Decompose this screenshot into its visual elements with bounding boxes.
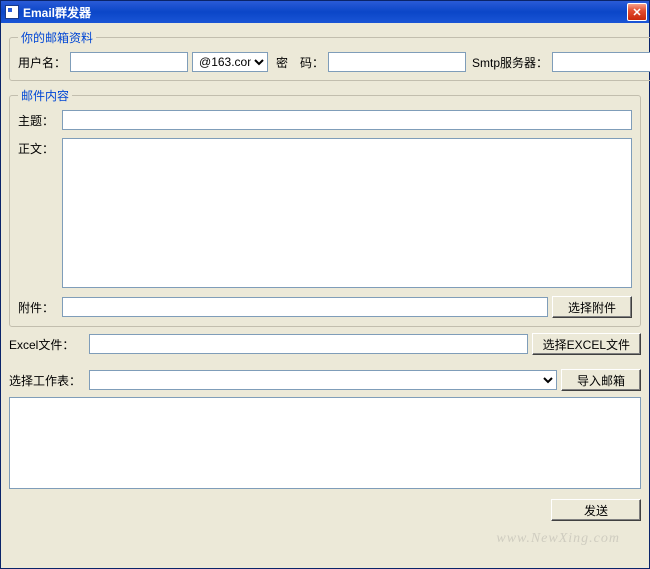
smtp-label: Smtp服务器： bbox=[472, 54, 548, 71]
sheet-select[interactable] bbox=[89, 370, 557, 390]
excel-file-row: Excel文件： 选择EXCEL文件 bbox=[9, 333, 641, 355]
import-mail-button[interactable]: 导入邮箱 bbox=[561, 369, 641, 391]
email-listbox[interactable] bbox=[9, 397, 641, 489]
account-legend: 你的邮箱资料 bbox=[18, 29, 96, 46]
body-row: 正文： bbox=[18, 138, 632, 288]
choose-excel-button[interactable]: 选择EXCEL文件 bbox=[532, 333, 641, 355]
close-button[interactable]: ✕ bbox=[627, 3, 647, 21]
domain-select[interactable]: @163.com bbox=[192, 52, 268, 72]
excel-file-input[interactable] bbox=[89, 334, 528, 354]
client-area: 你的邮箱资料 用户名： @163.com 密 码： Smtp服务器： 邮件内容 … bbox=[1, 23, 649, 568]
password-input[interactable] bbox=[328, 52, 466, 72]
password-label: 密 码： bbox=[276, 54, 324, 71]
bottom-bar: 发送 bbox=[9, 495, 641, 521]
username-input[interactable] bbox=[70, 52, 188, 72]
choose-attachment-button[interactable]: 选择附件 bbox=[552, 296, 632, 318]
app-icon bbox=[5, 5, 19, 19]
body-textarea[interactable] bbox=[62, 138, 632, 288]
subject-label: 主题： bbox=[18, 112, 58, 129]
titlebar: Email群发器 ✕ bbox=[1, 1, 649, 23]
attachment-label: 附件： bbox=[18, 299, 58, 316]
subject-row: 主题： bbox=[18, 110, 632, 130]
mail-group: 邮件内容 主题： 正文： 附件： 选择附件 bbox=[9, 87, 641, 327]
body-label: 正文： bbox=[18, 138, 58, 157]
account-group: 你的邮箱资料 用户名： @163.com 密 码： Smtp服务器： bbox=[9, 29, 650, 81]
attachment-input[interactable] bbox=[62, 297, 548, 317]
mail-legend: 邮件内容 bbox=[18, 87, 72, 104]
attachment-row: 附件： 选择附件 bbox=[18, 296, 632, 318]
sheet-row: 选择工作表： 导入邮箱 bbox=[9, 369, 641, 391]
excel-file-label: Excel文件： bbox=[9, 336, 85, 353]
username-label: 用户名： bbox=[18, 54, 66, 71]
account-row: 用户名： @163.com 密 码： Smtp服务器： bbox=[18, 52, 650, 72]
sheet-label: 选择工作表： bbox=[9, 372, 85, 389]
close-icon: ✕ bbox=[632, 6, 641, 19]
send-button[interactable]: 发送 bbox=[551, 499, 641, 521]
app-window: Email群发器 ✕ 你的邮箱资料 用户名： @163.com 密 码： Smt… bbox=[0, 0, 650, 569]
subject-input[interactable] bbox=[62, 110, 632, 130]
window-title: Email群发器 bbox=[23, 4, 627, 21]
smtp-input[interactable] bbox=[552, 52, 650, 72]
